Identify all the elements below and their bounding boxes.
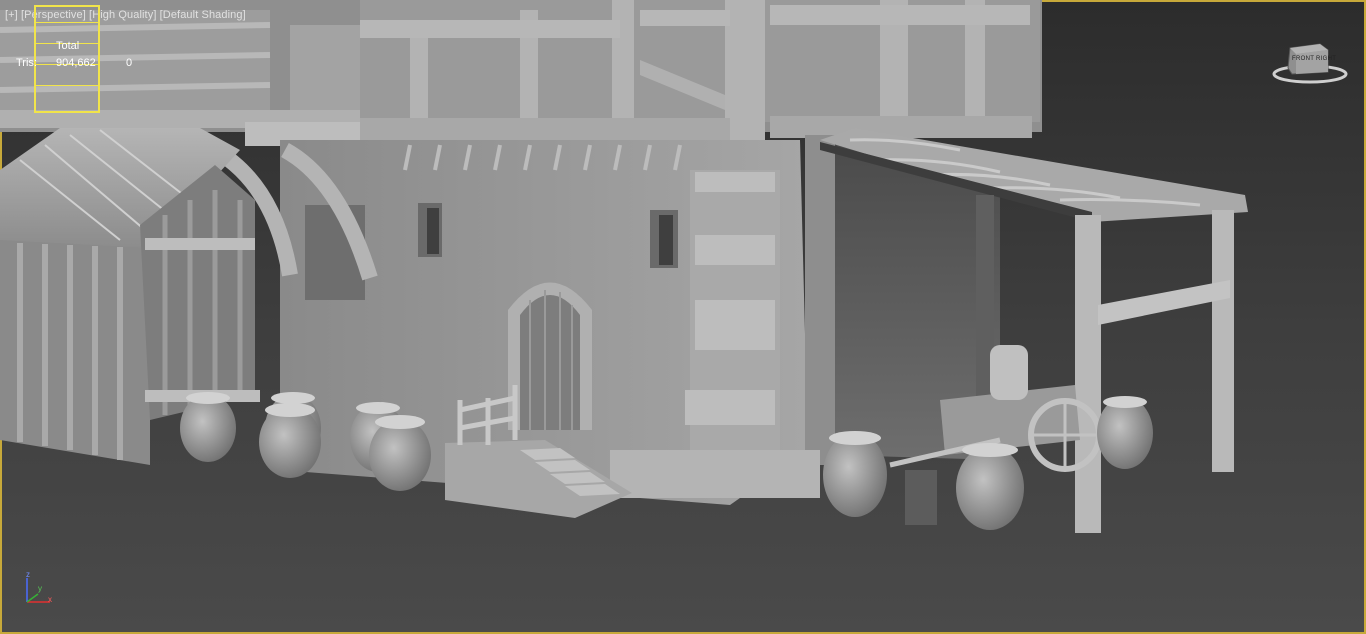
- scene-render[interactable]: [0, 0, 1366, 634]
- viewport-label-separator: ] [: [153, 9, 163, 21]
- viewport-perspective[interactable]: [+] [Perspective] [High Quality] [Defaul…: [0, 0, 1366, 634]
- viewcube-face-label: FRONT RIGHT: [1292, 56, 1337, 62]
- stats-tris-label: Tris:: [16, 57, 37, 69]
- stats-selected-tris: 0: [126, 57, 133, 69]
- viewport-label-separator: ]: [242, 9, 246, 21]
- viewport-shading[interactable]: Default Shading: [163, 9, 243, 21]
- viewcube-icon[interactable]: FRONT RIGHT: [1270, 40, 1350, 88]
- upper-storey: [0, 0, 1042, 146]
- viewport-quality[interactable]: High Quality: [92, 9, 153, 21]
- axis-x-label: x: [48, 595, 52, 604]
- axis-y-label: y: [38, 584, 42, 593]
- axis-z-label: z: [26, 570, 30, 579]
- axis-gizmo-icon: z x y: [22, 570, 62, 610]
- stats-total-tris: 904,662: [56, 57, 96, 69]
- viewport-plus-menu[interactable]: [+]: [5, 9, 18, 21]
- stats-header: Total: [56, 40, 80, 52]
